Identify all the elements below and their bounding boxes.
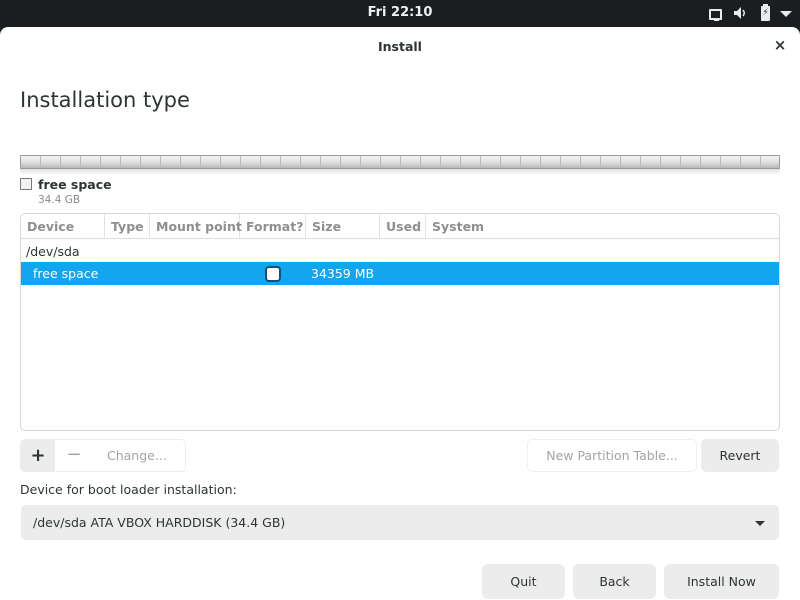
revert-button[interactable]: Revert [701, 439, 779, 472]
window-title: Install [378, 39, 422, 54]
clock[interactable]: Fri 22:10 [0, 5, 800, 20]
column-header-device[interactable]: Device [21, 214, 105, 239]
chevron-down-icon [755, 521, 765, 526]
column-header-format[interactable]: Format? [240, 214, 306, 239]
legend-name: free space [38, 177, 112, 192]
cell-size: 34359 MB [311, 266, 375, 281]
new-partition-table-button[interactable]: New Partition Table... [527, 439, 697, 472]
partition-bar-shadow [20, 169, 780, 175]
partition-bar [20, 155, 780, 169]
screen-icon[interactable] [709, 8, 722, 21]
bootloader-selected-value: /dev/sda ATA VBOX HARDDISK (34.4 GB) [33, 515, 286, 530]
installer-window: Install × Installation type free space 3… [0, 27, 800, 600]
format-checkbox[interactable] [265, 266, 281, 282]
close-button[interactable]: × [772, 37, 788, 53]
remove-partition-button[interactable]: − [55, 440, 93, 471]
column-header-system[interactable]: System [426, 214, 779, 239]
system-tray[interactable] [709, 3, 792, 22]
table-row-disk[interactable]: /dev/sda [21, 240, 779, 263]
column-header-type[interactable]: Type [105, 214, 150, 239]
legend-size: 34.4 GB [38, 194, 81, 206]
free-space-swatch [20, 178, 32, 190]
column-header-used[interactable]: Used [380, 214, 426, 239]
partition-toolbar: + − Change... [20, 439, 186, 472]
title-bar: Install × [0, 27, 800, 65]
bootloader-device-select[interactable]: /dev/sda ATA VBOX HARDDISK (34.4 GB) [21, 505, 779, 540]
volume-icon[interactable] [732, 5, 748, 21]
battery-charging-icon[interactable] [761, 3, 770, 21]
quit-button[interactable]: Quit [482, 564, 565, 599]
system-menu-caret-icon[interactable] [780, 11, 792, 17]
change-partition-button[interactable]: Change... [107, 448, 167, 463]
close-icon: × [773, 36, 787, 54]
table-row-free-space[interactable]: free space 34359 MB [21, 262, 779, 285]
cell-device: /dev/sda [26, 244, 80, 259]
partition-table: Device Type Mount point Format? Size Use… [20, 213, 780, 431]
bootloader-label: Device for boot loader installation: [20, 482, 237, 497]
install-now-button[interactable]: Install Now [664, 564, 779, 599]
cell-device: free space [33, 266, 99, 281]
top-bar: Fri 22:10 [0, 0, 800, 27]
column-header-mount-point[interactable]: Mount point [150, 214, 242, 239]
back-button[interactable]: Back [573, 564, 656, 599]
add-partition-button[interactable]: + [21, 440, 55, 471]
column-header-size[interactable]: Size [306, 214, 380, 239]
table-header: Device Type Mount point Format? Size Use… [21, 214, 779, 239]
page-title: Installation type [20, 88, 190, 112]
